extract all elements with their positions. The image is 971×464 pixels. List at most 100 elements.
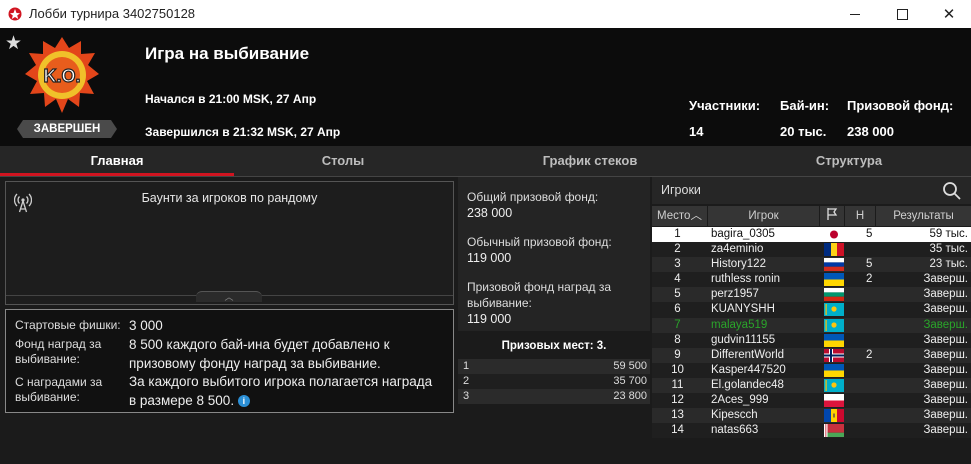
ko-badge-text: K.O.: [43, 66, 80, 86]
player-row[interactable]: 14 natas663 Заверш.: [652, 423, 971, 439]
player-name: natas663: [711, 424, 759, 437]
player-place: 12: [671, 394, 684, 407]
players-table: 1 bagira_0305 5 59 тыс. 2 za4eminio 35 тыс. 3 Hi…: [652, 227, 971, 439]
player-row[interactable]: 11 El.golandec48 Заверш.: [652, 377, 971, 394]
title-bar: Лобби турнира 3402750128 ✕: [0, 0, 971, 28]
window-title: Лобби турнира 3402750128: [29, 6, 196, 21]
player-row[interactable]: 3 History122 5 23 тыс.: [652, 257, 971, 273]
sort-asc-icon: ︿: [690, 210, 702, 222]
player-place: 4: [674, 273, 681, 286]
player-row[interactable]: 7 malaya519 Заверш.: [652, 317, 971, 333]
country-flag-icon: [824, 348, 844, 362]
close-icon: ✕: [942, 6, 956, 23]
tab-main[interactable]: Главная: [0, 146, 234, 176]
payout-amount: 35 700: [613, 375, 647, 387]
paid-places-title: Призовых мест: 3.: [458, 335, 650, 357]
column-header-results[interactable]: Результаты: [876, 206, 971, 226]
player-result: Заверш.: [923, 409, 968, 422]
player-row[interactable]: 13 Kipescch Заверш.: [652, 408, 971, 424]
minimize-button[interactable]: [832, 0, 878, 28]
player-place: 11: [671, 378, 684, 391]
tab-tables[interactable]: Столы: [234, 146, 452, 176]
column-header-player[interactable]: Игрок: [708, 206, 819, 226]
column-header-flag[interactable]: [820, 206, 844, 226]
participants-label: Участники:: [689, 98, 761, 113]
payout-place: 2: [463, 375, 470, 387]
tournament-name: Игра на выбивание: [145, 44, 310, 63]
country-flag-icon: [824, 394, 844, 408]
maximize-icon: [896, 8, 908, 20]
tab-structure[interactable]: Структура: [730, 146, 968, 176]
flag-icon: [827, 208, 838, 220]
player-row[interactable]: 5 perz1957 Заверш.: [652, 287, 971, 303]
country-flag-icon: [824, 288, 844, 302]
player-result: Заверш.: [923, 288, 968, 301]
player-name: gudvin11155: [711, 333, 776, 346]
country-flag-icon: [824, 228, 844, 241]
tournament-header: ★ K.O. ЗАВЕРШЕН Игра на выбивание Началс…: [0, 28, 971, 146]
country-flag-icon: [824, 318, 844, 332]
player-name: Kipescch: [711, 409, 758, 422]
detail-key: Стартовые фишки:: [15, 318, 121, 332]
tab-bar: Главная Столы График стеков Структура: [0, 146, 971, 176]
player-row[interactable]: 10 Kasper447520 Заверш.: [652, 362, 971, 378]
column-label: Место: [657, 210, 691, 222]
bounty-prize-value: 119 000: [467, 312, 512, 326]
search-icon[interactable]: [942, 181, 962, 201]
player-result: Заверш.: [923, 378, 968, 391]
player-name: za4eminio: [711, 243, 764, 256]
players-search-bar[interactable]: Игроки: [652, 177, 971, 204]
player-knockouts: 2: [866, 348, 873, 361]
chevron-up-icon: ︿: [224, 292, 234, 302]
country-flag-icon: [824, 424, 844, 438]
country-flag-icon: [824, 409, 844, 423]
favorite-star-icon[interactable]: ★: [5, 32, 22, 55]
column-header-knockouts[interactable]: Н: [845, 206, 875, 226]
country-flag-icon: [824, 378, 844, 392]
player-row[interactable]: 6 KUANYSHH Заверш.: [652, 302, 971, 318]
player-row[interactable]: 2 za4eminio 35 тыс.: [652, 242, 971, 258]
tab-chip-graph[interactable]: График стеков: [480, 146, 700, 176]
player-row[interactable]: 12 2Aces_999 Заверш.: [652, 393, 971, 409]
country-flag-icon: [824, 303, 844, 317]
player-row[interactable]: 8 gudvin11155 Заверш.: [652, 332, 971, 348]
player-row[interactable]: 1 bagira_0305 5 59 тыс.: [652, 227, 971, 243]
player-result: Заверш.: [923, 318, 968, 331]
player-result: 23 тыс.: [929, 258, 968, 271]
player-name: bagira_0305: [711, 228, 775, 240]
info-icon[interactable]: i: [237, 395, 250, 407]
regular-prize-label: Обычный призовой фонд:: [467, 235, 612, 249]
maximize-button[interactable]: [879, 0, 925, 28]
pokerstars-logo-icon: [8, 7, 22, 21]
player-place: 6: [674, 303, 681, 316]
detail-key: Фонд наград за выбивание:: [15, 337, 102, 366]
start-time: Начался в 21:00 MSK, 27 Апр: [145, 92, 317, 106]
player-row[interactable]: 9 DifferentWorld 2 Заверш.: [652, 347, 971, 363]
player-row[interactable]: 4 ruthless ronin 2 Заверш.: [652, 272, 971, 288]
player-name: DifferentWorld: [711, 348, 785, 361]
country-flag-icon: [824, 333, 844, 347]
player-name: malaya519: [711, 318, 768, 331]
total-prize-value: 238 000: [467, 206, 513, 220]
collapse-toggle[interactable]: ︿: [196, 291, 262, 302]
knockout-badge-icon: K.O.: [25, 37, 99, 113]
minimize-icon: [850, 13, 860, 15]
player-name: 2Aces_999: [711, 394, 769, 407]
total-prize-label: Общий призовой фонд:: [467, 190, 599, 204]
bounty-prize-label: Призовой фонд наград за выбивание:: [467, 280, 612, 310]
player-name: perz1957: [711, 288, 759, 301]
payout-amount: 59 500: [613, 360, 647, 372]
player-name: History122: [711, 258, 766, 271]
column-header-place[interactable]: Место︿: [652, 206, 707, 226]
close-button[interactable]: ✕: [926, 0, 971, 28]
participants-value: 14: [689, 124, 704, 139]
end-time: Завершился в 21:32 MSK, 27 Апр: [145, 125, 341, 139]
detail-value: 3 000: [129, 318, 163, 333]
tournament-details: Стартовые фишки: 3 000 Фонд наград за вы…: [5, 309, 454, 413]
country-flag-icon: [824, 243, 844, 257]
player-name: KUANYSHH: [711, 303, 775, 316]
bounty-info-panel: Баунти за игроков по рандому ︿: [5, 181, 454, 305]
player-result: Заверш.: [923, 303, 968, 316]
detail-value: За каждого выбитого игрока полагается на…: [129, 374, 433, 408]
player-result: 59 тыс.: [929, 228, 968, 240]
